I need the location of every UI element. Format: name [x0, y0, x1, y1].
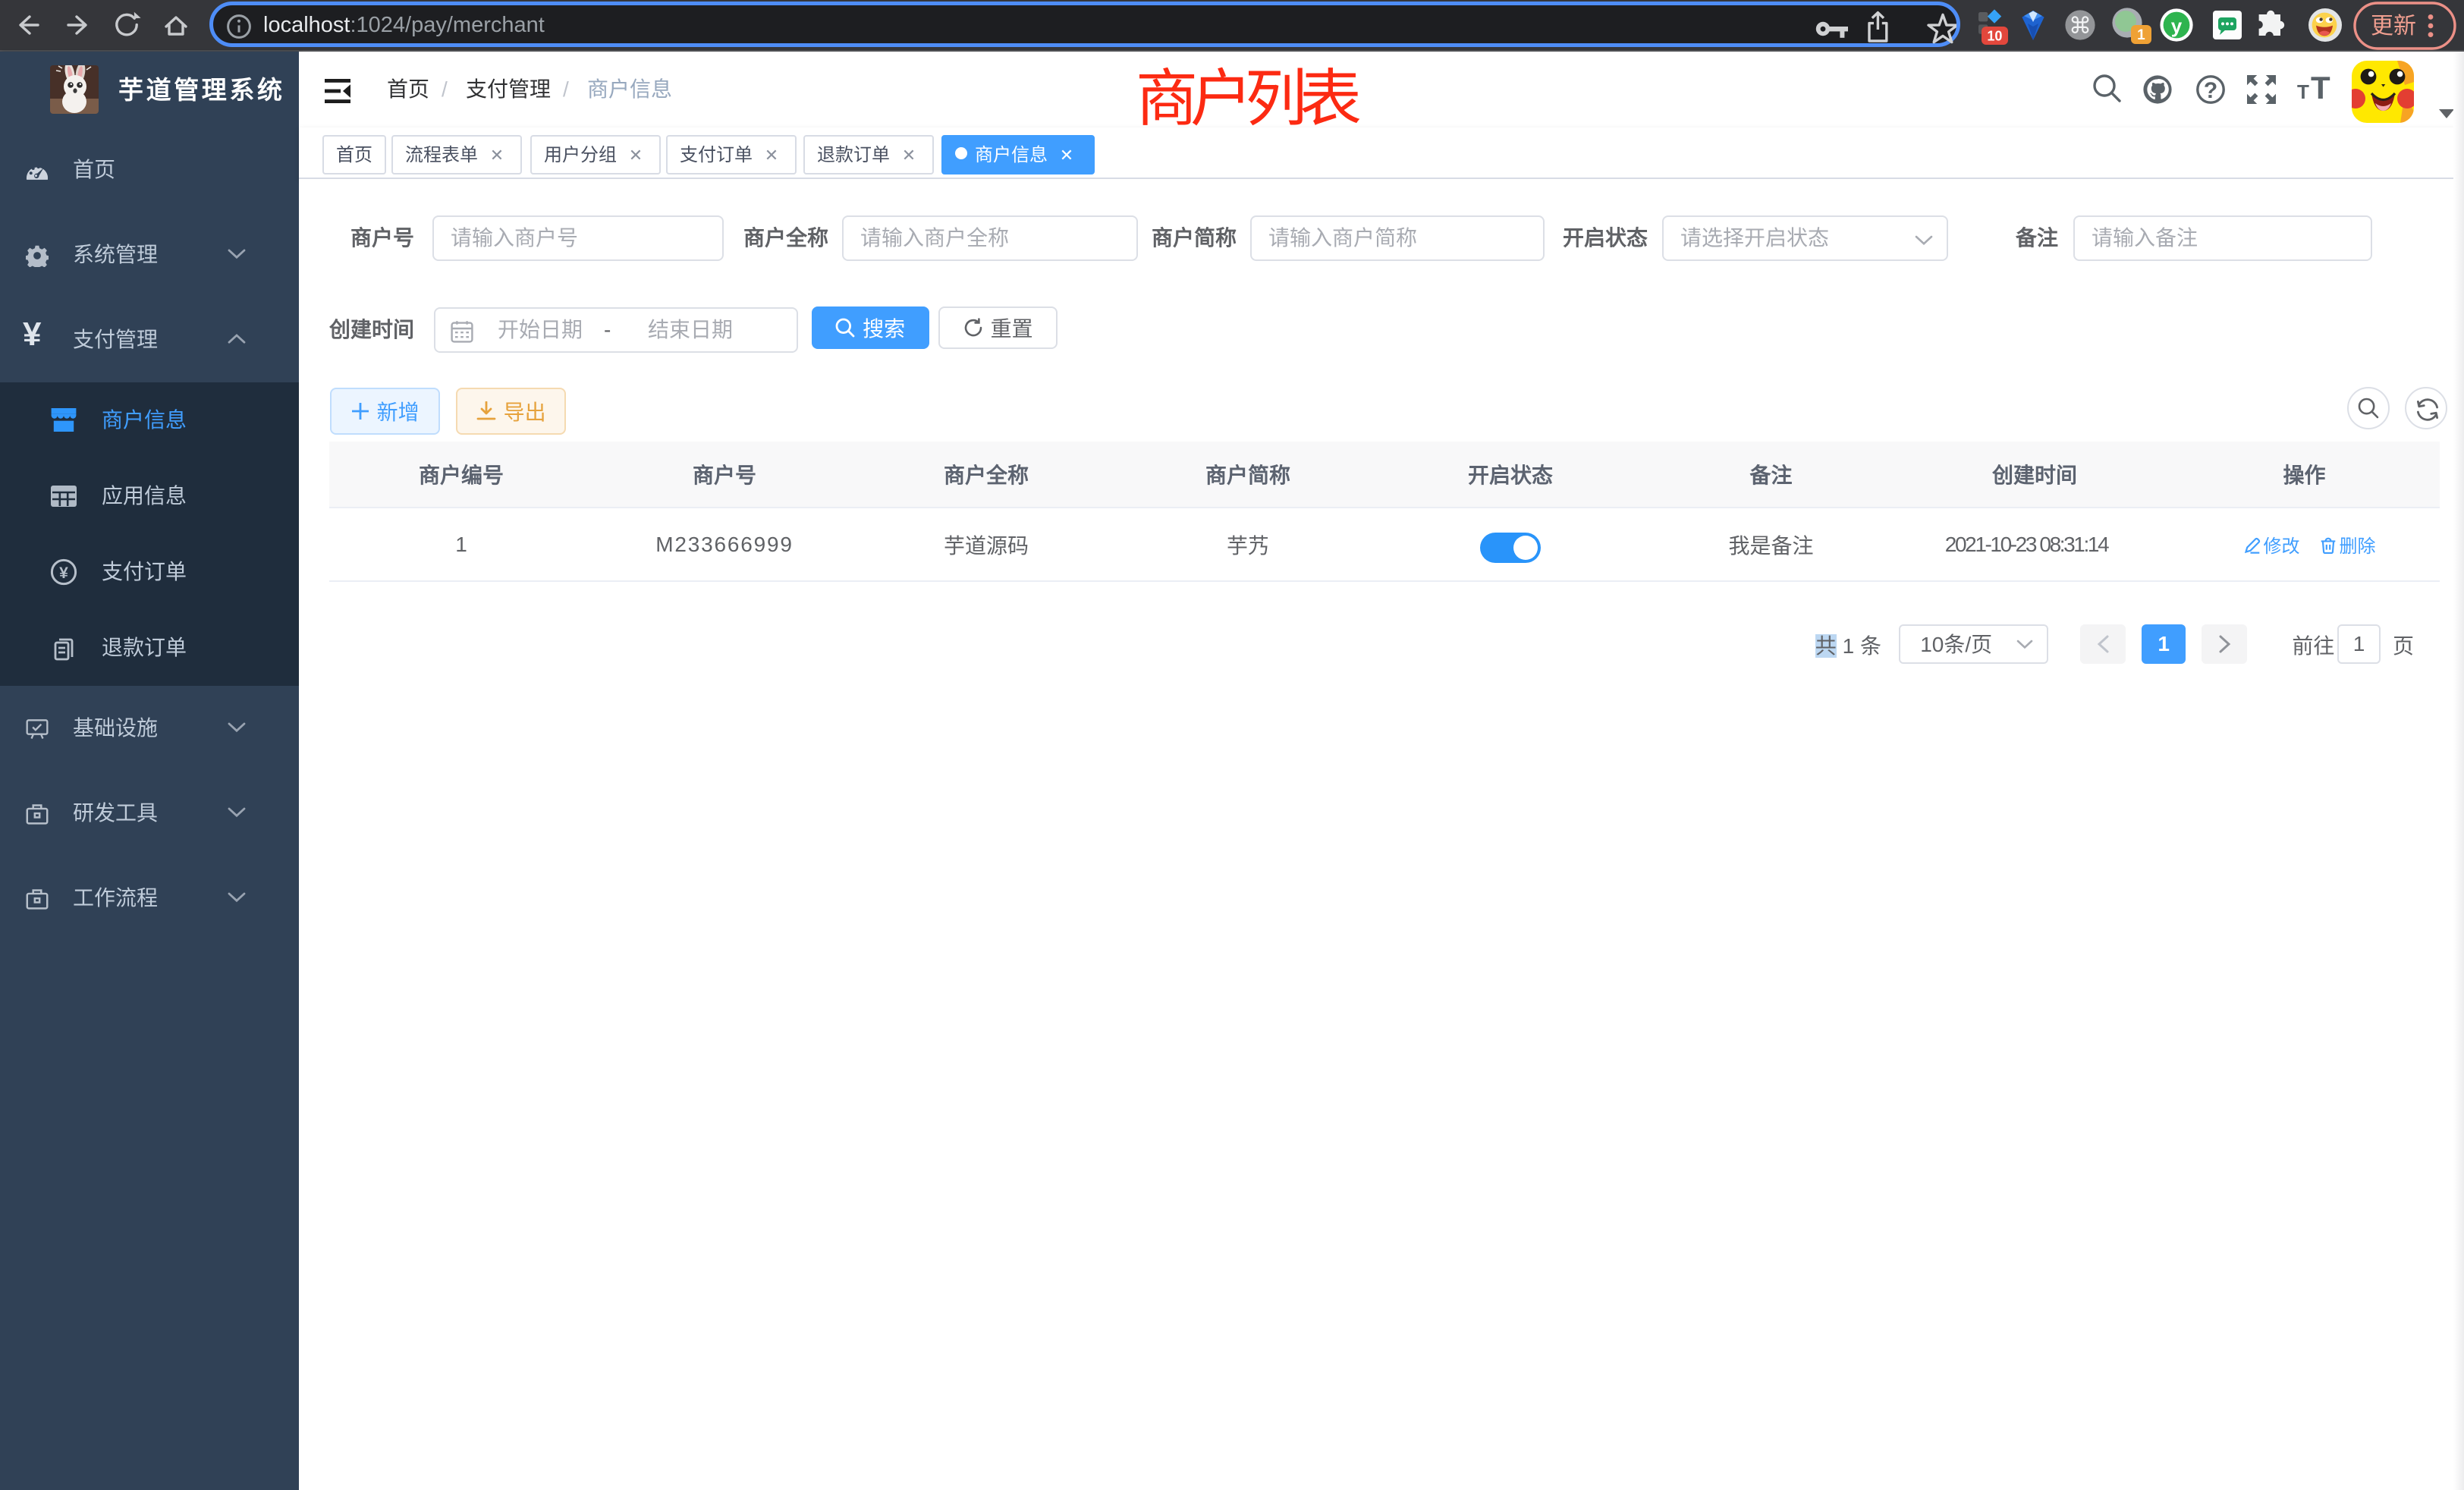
- svg-text:¥: ¥: [59, 564, 68, 582]
- svg-text:更新: 更新: [2371, 14, 2416, 39]
- svg-text:?: ?: [2204, 78, 2217, 103]
- svg-text:y: y: [2171, 14, 2183, 37]
- svg-text:T: T: [2297, 80, 2309, 103]
- svg-text:T: T: [2311, 70, 2330, 105]
- svg-text:10: 10: [1987, 29, 2002, 44]
- svg-text:⌘: ⌘: [2069, 14, 2092, 39]
- svg-text:1: 1: [2137, 27, 2145, 43]
